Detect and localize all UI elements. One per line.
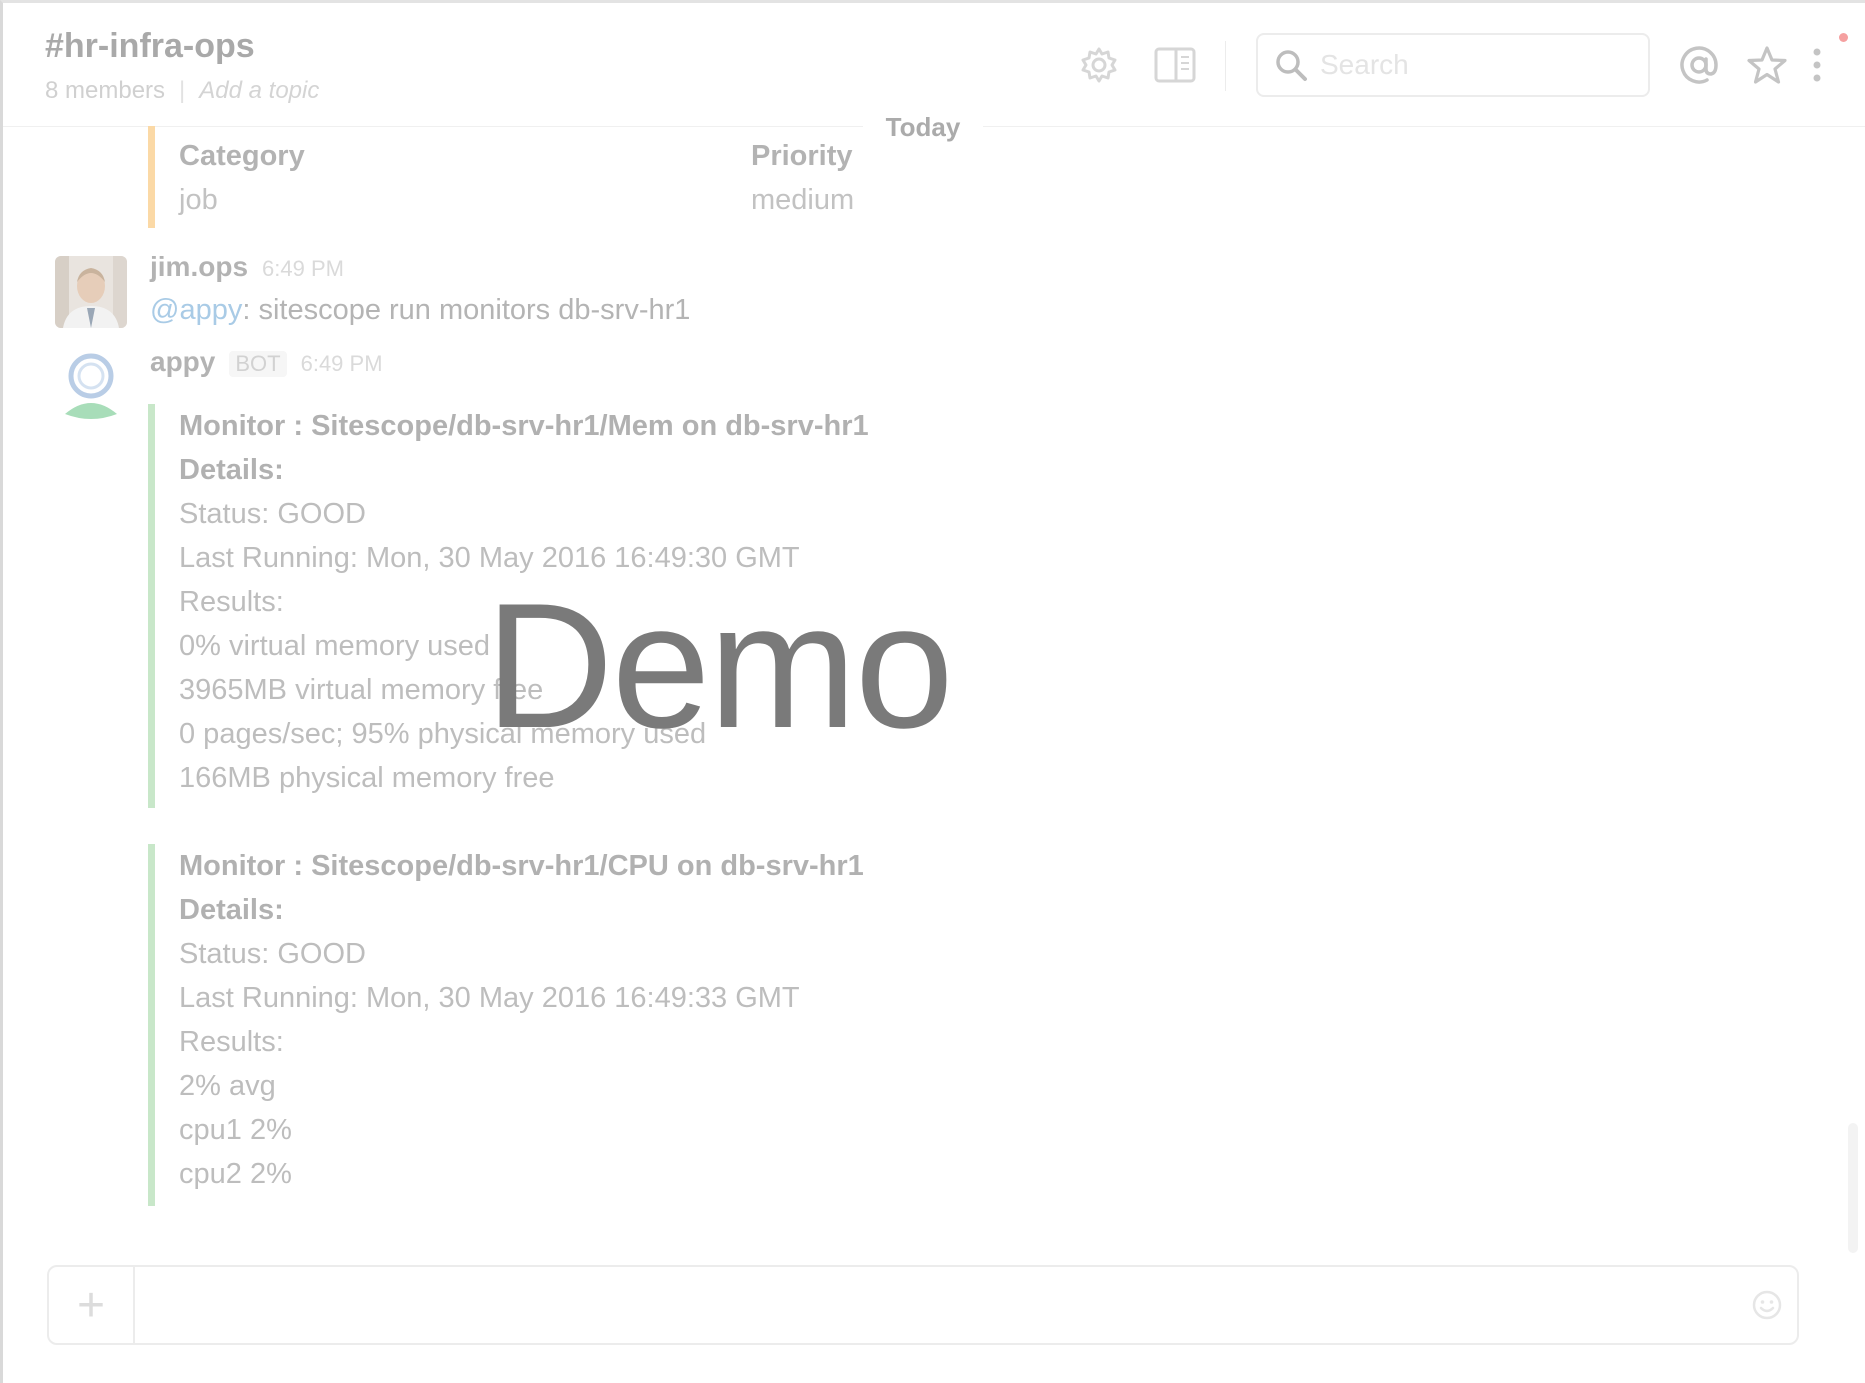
- gear-icon[interactable]: [1077, 43, 1121, 87]
- message-header: jim.ops 6:49 PM: [150, 251, 344, 283]
- demo-watermark: Demo: [485, 566, 954, 765]
- previous-attachment: Category job Priority medium: [148, 126, 868, 228]
- channel-name[interactable]: #hr-infra-ops: [45, 27, 255, 66]
- author-name[interactable]: appy: [150, 346, 215, 378]
- attachment-line: 2% avg: [179, 1070, 276, 1102]
- attachment-line: Status: GOOD: [179, 498, 366, 530]
- header-divider: [1225, 41, 1226, 91]
- attachment-title: Monitor : Sitescope/db-srv-hr1/CPU on db…: [179, 850, 864, 882]
- attachment-line: Results:: [179, 1026, 284, 1058]
- message-header: appy BOT 6:49 PM: [150, 346, 383, 378]
- message-text: @appy: sitescope run monitors db-srv-hr1: [150, 294, 690, 327]
- search-box[interactable]: [1256, 33, 1650, 97]
- attachment-line: cpu1 2%: [179, 1114, 292, 1146]
- message-input[interactable]: [151, 1267, 1737, 1343]
- field-category: Category job: [179, 134, 305, 222]
- member-count[interactable]: 8 members: [45, 77, 165, 105]
- field-value: medium: [751, 184, 855, 216]
- avatar[interactable]: [55, 256, 127, 328]
- at-mention-icon[interactable]: [1677, 43, 1721, 87]
- attachment-line: cpu2 2%: [179, 1158, 292, 1190]
- attachment-title: Monitor : Sitescope/db-srv-hr1/Mem on db…: [179, 410, 869, 442]
- attachment-line: Last Running: Mon, 30 May 2016 16:49:33 …: [179, 982, 800, 1014]
- message-composer: +: [47, 1265, 1799, 1345]
- notification-dot: [1839, 33, 1848, 42]
- star-icon[interactable]: [1745, 43, 1789, 87]
- attachment-line: Details:: [179, 454, 284, 486]
- more-vertical-icon[interactable]: [1805, 43, 1829, 87]
- plus-icon[interactable]: +: [49, 1267, 135, 1343]
- add-topic-link[interactable]: Add a topic: [199, 77, 319, 105]
- attachment-line: Details:: [179, 894, 284, 926]
- timestamp[interactable]: 6:49 PM: [262, 256, 344, 282]
- sidebar-toggle-icon[interactable]: [1153, 43, 1197, 87]
- channel-meta: 8 members | Add a topic: [45, 77, 319, 105]
- field-value: job: [179, 184, 218, 216]
- attachment-line: Status: GOOD: [179, 938, 366, 970]
- field-title: Priority: [751, 140, 853, 172]
- attachment-cpu-monitor: Monitor : Sitescope/db-srv-hr1/CPU on db…: [148, 844, 864, 1206]
- bot-avatar[interactable]: [55, 348, 127, 420]
- meta-separator: |: [179, 77, 186, 104]
- author-name[interactable]: jim.ops: [150, 251, 248, 283]
- user-mention[interactable]: @appy: [150, 294, 242, 326]
- timestamp[interactable]: 6:49 PM: [301, 351, 383, 377]
- field-title: Category: [179, 140, 305, 172]
- bot-badge: BOT: [229, 351, 287, 377]
- app-window: #hr-infra-ops 8 members | Add a topic Se…: [0, 0, 1865, 1383]
- search-icon: [1274, 48, 1308, 82]
- message-body: : sitescope run monitors db-srv-hr1: [242, 294, 691, 326]
- day-divider: Today: [863, 107, 983, 147]
- field-priority: Priority medium: [751, 134, 854, 222]
- scrollbar[interactable]: [1848, 1123, 1858, 1253]
- emoji-icon[interactable]: [1737, 1267, 1797, 1343]
- search-input[interactable]: [1318, 48, 1622, 82]
